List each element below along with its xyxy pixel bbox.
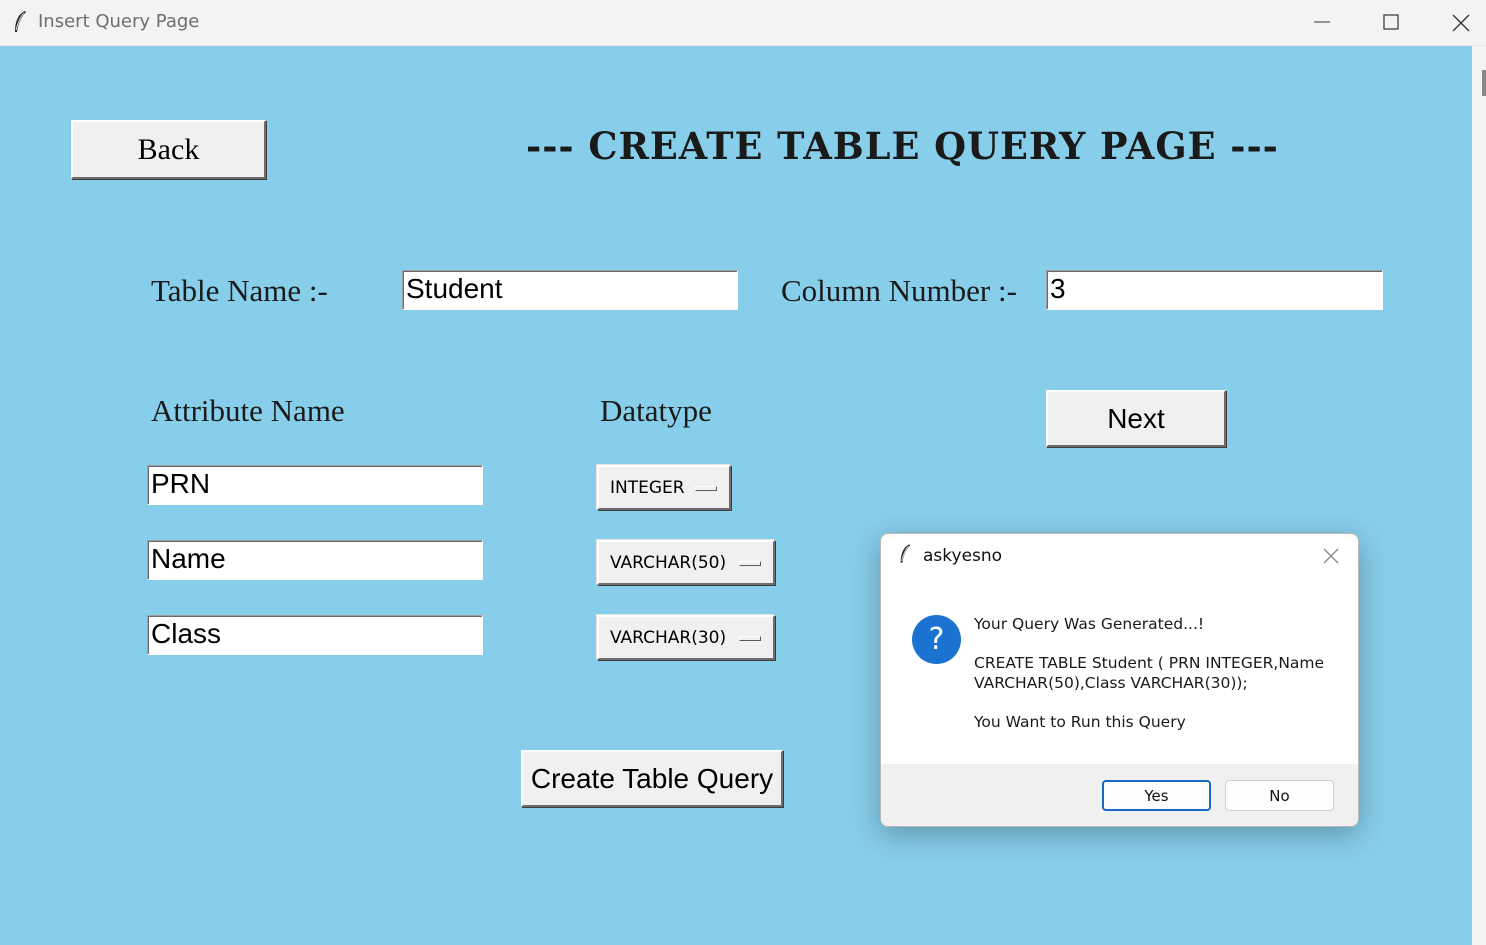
datatype-header: Datatype — [600, 393, 712, 428]
option-menu-indicator-icon — [695, 486, 717, 491]
dialog-message-line: You Want to Run this Query — [974, 713, 1186, 731]
close-button[interactable] — [1430, 0, 1486, 45]
column-number-label: Column Number :- — [781, 273, 1017, 308]
feather-icon — [900, 544, 911, 563]
attribute-name-input-3[interactable]: Class — [147, 615, 483, 655]
table-name-label: Table Name :- — [151, 273, 328, 308]
window-title: Insert Query Page — [38, 11, 200, 32]
scrollbar-track[interactable] — [1472, 46, 1486, 945]
table-name-input[interactable]: Student — [402, 270, 738, 310]
window-title-bar: Insert Query Page — [0, 0, 1486, 46]
column-number-input[interactable]: 3 — [1046, 270, 1383, 310]
option-menu-indicator-icon — [739, 561, 761, 566]
attribute-name-input-2[interactable]: Name — [147, 540, 483, 580]
askyesno-dialog: askyesno ? Your Query Was Generated...! … — [880, 533, 1359, 827]
minimize-icon — [1314, 21, 1330, 23]
yes-button[interactable]: Yes — [1102, 780, 1211, 811]
datatype-select-value: VARCHAR(30) — [610, 627, 727, 648]
create-table-query-button[interactable]: Create Table Query — [521, 750, 783, 807]
minimize-button[interactable] — [1292, 0, 1352, 45]
feather-icon — [15, 11, 26, 32]
datatype-select-value: VARCHAR(50) — [610, 552, 727, 573]
back-button[interactable]: Back — [71, 120, 266, 179]
datatype-select-1[interactable]: INTEGER — [597, 465, 731, 510]
datatype-select-2[interactable]: VARCHAR(50) — [597, 540, 775, 585]
datatype-select-value: INTEGER — [610, 477, 685, 498]
scrollbar-thumb[interactable] — [1482, 70, 1486, 96]
maximize-button[interactable] — [1361, 0, 1421, 45]
dialog-message: Your Query Was Generated...! CREATE TABL… — [974, 614, 1344, 732]
question-icon: ? — [912, 615, 961, 664]
dialog-title: askyesno — [923, 546, 1003, 566]
page-title: --- CREATE TABLE QUERY PAGE --- — [526, 124, 1279, 168]
option-menu-indicator-icon — [739, 636, 761, 641]
attribute-name-header: Attribute Name — [151, 393, 345, 428]
dialog-close-icon[interactable] — [1321, 546, 1341, 566]
dialog-footer: Yes No — [881, 764, 1358, 826]
dialog-query-line: CREATE TABLE Student ( PRN INTEGER,Name — [974, 654, 1325, 672]
dialog-message-line: Your Query Was Generated...! — [974, 615, 1205, 633]
maximize-icon — [1383, 14, 1399, 30]
dialog-query-line: VARCHAR(50),Class VARCHAR(30)); — [974, 674, 1248, 692]
datatype-select-3[interactable]: VARCHAR(30) — [597, 615, 775, 660]
next-button[interactable]: Next — [1046, 390, 1226, 447]
close-icon — [1452, 14, 1470, 32]
no-button[interactable]: No — [1225, 780, 1334, 811]
attribute-name-input-1[interactable]: PRN — [147, 465, 483, 505]
